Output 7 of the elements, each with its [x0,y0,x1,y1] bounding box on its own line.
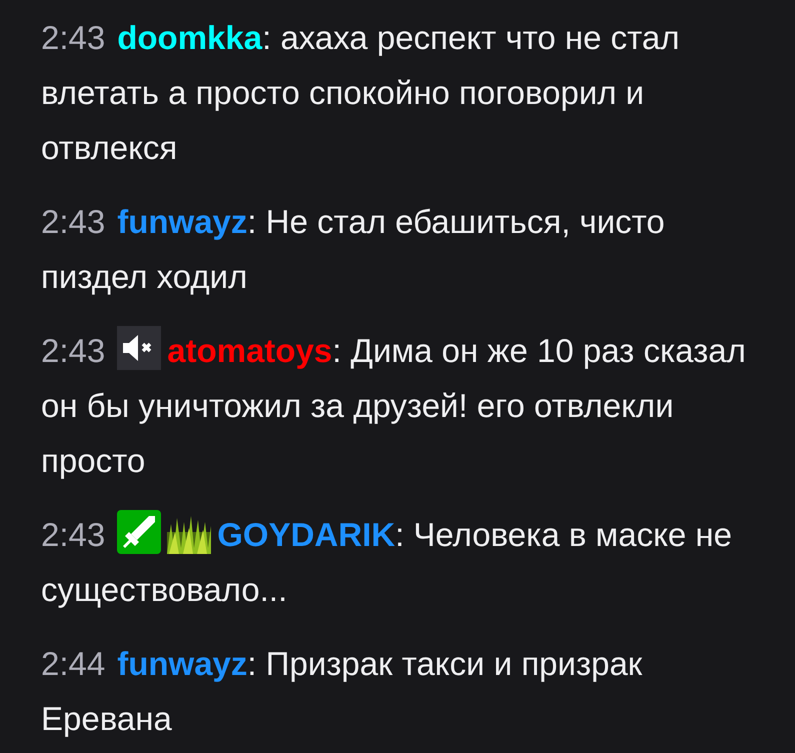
chat-message: 2:43 funwayz: Не стал ебашиться, чисто пиздел ходил [41,202,666,297]
muted-speaker-icon [117,326,162,370]
chat-message: 2:44 funwayz: Призрак такси и призрак Еревана [41,644,644,739]
sword-icon [117,510,162,554]
chat-message: 2:43 doomkka: ахаха респект что не стал влетать а просто спокойно поговорил и отвлекся [41,18,681,168]
chat-message: 2:43 GOYDARIK: Человека в маске не существовало... [41,507,757,617]
chat-message: 2:43 atomatoys: Дима он же 10 раз сказал он бы уничтожил за друзей! его отвлекли просто [41,323,757,488]
